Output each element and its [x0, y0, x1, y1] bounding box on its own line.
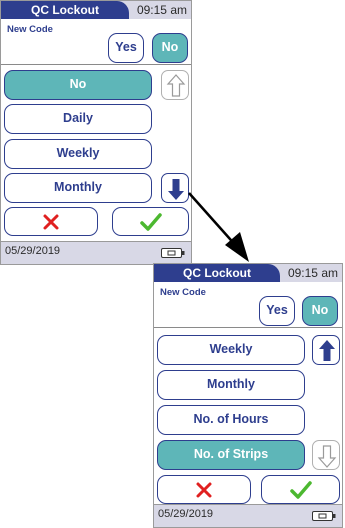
- screen-title: QC Lockout: [154, 264, 280, 282]
- scroll-up-button[interactable]: [161, 70, 189, 100]
- battery-icon: [312, 511, 336, 521]
- cancel-button[interactable]: [4, 207, 98, 236]
- no-button[interactable]: No: [302, 296, 338, 326]
- option-monthly[interactable]: Monthly: [157, 370, 305, 400]
- status-bar: 05/29/2019: [1, 241, 191, 264]
- yes-button[interactable]: Yes: [259, 296, 295, 326]
- header-bar: QC Lockout 09:15 am: [154, 264, 342, 282]
- scroll-down-button[interactable]: [161, 173, 189, 203]
- divider: [1, 64, 191, 65]
- date-display: 05/29/2019: [5, 245, 61, 257]
- x-icon: [196, 482, 212, 497]
- option-weekly[interactable]: Weekly: [157, 335, 305, 365]
- scroll-up-button[interactable]: [312, 335, 340, 365]
- option-weekly[interactable]: Weekly: [4, 139, 152, 169]
- no-button[interactable]: No: [152, 33, 188, 63]
- option-no[interactable]: No: [4, 70, 152, 100]
- status-bar: 05/29/2019: [154, 504, 342, 527]
- date-display: 05/29/2019: [158, 508, 214, 520]
- option-daily[interactable]: Daily: [4, 104, 152, 134]
- arrow-up-outline-icon: [166, 74, 186, 97]
- confirm-button[interactable]: [261, 475, 340, 504]
- option-no-of-hours[interactable]: No. of Hours: [157, 405, 305, 435]
- new-code-label: New Code: [160, 287, 206, 298]
- confirm-button[interactable]: [112, 207, 189, 236]
- divider: [154, 327, 342, 328]
- clock-time: 09:15 am: [136, 3, 187, 17]
- new-code-label: New Code: [7, 24, 53, 35]
- arrow-down-icon: [168, 179, 184, 200]
- checkmark-icon: [289, 480, 312, 499]
- option-no-of-strips[interactable]: No. of Strips: [157, 440, 305, 470]
- arrow-up-icon: [319, 340, 335, 361]
- yes-button[interactable]: Yes: [108, 33, 144, 63]
- scroll-down-button[interactable]: [312, 440, 340, 470]
- meter-screen-after: QC Lockout 09:15 am New Code Yes No Week…: [153, 263, 343, 528]
- arrow-down-outline-icon: [317, 445, 337, 468]
- battery-icon: [161, 248, 185, 258]
- screen-title: QC Lockout: [1, 1, 129, 19]
- x-icon: [43, 214, 59, 229]
- meter-screen-before: QC Lockout 09:15 am New Code Yes No No D…: [0, 0, 192, 265]
- header-bar: QC Lockout 09:15 am: [1, 1, 191, 19]
- checkmark-icon: [139, 212, 162, 231]
- clock-time: 09:15 am: [287, 266, 338, 280]
- cancel-button[interactable]: [157, 475, 251, 504]
- option-monthly[interactable]: Monthly: [4, 173, 152, 203]
